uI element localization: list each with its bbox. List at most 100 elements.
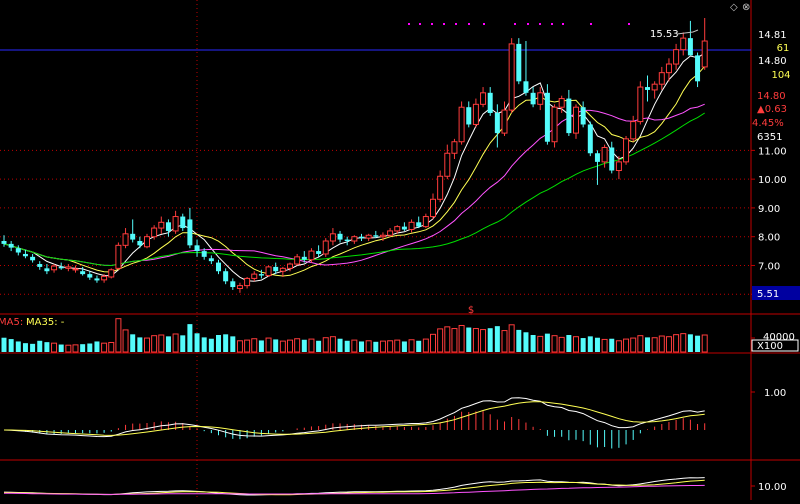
volume-bar bbox=[180, 335, 186, 352]
price-tick-label: 9.00 bbox=[758, 204, 780, 215]
volume-bar bbox=[566, 335, 572, 352]
volume-bar bbox=[201, 337, 207, 352]
candle-body bbox=[658, 72, 665, 85]
candle-body bbox=[408, 221, 415, 230]
volume-bar bbox=[551, 335, 558, 353]
volume-bar bbox=[615, 340, 622, 353]
volume-bar bbox=[451, 328, 458, 353]
top-marker-dot bbox=[431, 23, 433, 25]
volume-unit: X100 bbox=[757, 341, 783, 352]
candle-body bbox=[44, 268, 50, 272]
candle-body bbox=[94, 278, 100, 281]
volume-bar bbox=[65, 344, 72, 353]
candle-body bbox=[401, 226, 407, 230]
volume-bar bbox=[665, 336, 672, 353]
candle-body bbox=[187, 219, 193, 246]
kdj-axis-label: 10.00 bbox=[758, 482, 787, 493]
volume-bar bbox=[587, 336, 593, 352]
volume-bar bbox=[308, 338, 315, 353]
candle-body bbox=[623, 138, 630, 163]
candle-body bbox=[430, 198, 436, 218]
candle-body bbox=[180, 216, 186, 229]
volume-bar bbox=[401, 341, 407, 352]
candle-body bbox=[158, 221, 165, 229]
candle-body bbox=[130, 233, 136, 240]
candle-body bbox=[437, 175, 444, 200]
ma5-line bbox=[3, 52, 705, 282]
volume-bar bbox=[279, 340, 286, 353]
marker-dollar: $ bbox=[468, 305, 474, 316]
candle-body bbox=[630, 121, 637, 140]
volume-bar bbox=[130, 334, 136, 352]
volume-bar bbox=[51, 342, 58, 353]
quote-vol-last: 61 bbox=[777, 43, 790, 54]
volume-bar bbox=[444, 326, 451, 353]
candle-body bbox=[544, 92, 550, 142]
candle-body bbox=[1, 241, 7, 244]
price-tick-label: 11.00 bbox=[758, 146, 787, 157]
quote-pct: 4.45% bbox=[752, 118, 784, 129]
candle-body bbox=[22, 253, 28, 257]
volume-bar bbox=[115, 318, 122, 353]
candle-body bbox=[144, 236, 150, 248]
price-tick-label: 8.00 bbox=[758, 233, 780, 244]
top-marker-dot bbox=[483, 23, 485, 25]
candle-body bbox=[51, 265, 58, 271]
volume-bar bbox=[194, 333, 200, 352]
close-circle-icon[interactable]: ⊗ bbox=[742, 2, 750, 13]
candle-body bbox=[501, 109, 508, 134]
candle-body bbox=[30, 256, 36, 261]
volume-bar bbox=[137, 337, 143, 352]
candle-body bbox=[651, 83, 658, 91]
volume-bar bbox=[94, 341, 100, 352]
candle-body bbox=[365, 234, 372, 239]
volume-bar bbox=[44, 342, 50, 352]
candle-body bbox=[566, 98, 572, 134]
candlestick-chart: 11.0010.009.008.007.006.00 14.81 61 14.8… bbox=[0, 0, 800, 500]
volume-bar bbox=[544, 333, 550, 352]
candle-body bbox=[537, 92, 544, 105]
volume-bar bbox=[623, 338, 630, 353]
candle-body bbox=[244, 277, 251, 287]
candle-body bbox=[673, 49, 680, 65]
candle-body bbox=[322, 240, 329, 255]
volume-bar bbox=[673, 334, 680, 353]
volume-bar bbox=[422, 338, 429, 353]
volume-bar bbox=[379, 340, 386, 353]
candle-body bbox=[530, 92, 536, 105]
candle-body bbox=[236, 285, 243, 289]
volume-bar bbox=[580, 338, 586, 352]
volume-bar bbox=[387, 340, 394, 353]
candle-body bbox=[487, 92, 493, 113]
candle-body bbox=[273, 266, 279, 272]
volume-bar bbox=[530, 335, 536, 352]
volume-bar bbox=[466, 327, 472, 352]
volume-bar bbox=[351, 339, 358, 353]
candle-body bbox=[373, 235, 379, 237]
candle-body bbox=[172, 216, 179, 232]
volume-bar bbox=[244, 339, 251, 353]
volume-bar bbox=[172, 333, 179, 353]
candle-body bbox=[466, 107, 472, 125]
volume-bar bbox=[558, 336, 565, 353]
quote-close: 14.80 bbox=[758, 56, 787, 67]
volume-bar bbox=[523, 332, 529, 352]
candle-body bbox=[308, 250, 315, 261]
stock-chart-window: 11.0010.009.008.007.006.00 14.81 61 14.8… bbox=[0, 0, 800, 500]
volume-bar bbox=[322, 337, 329, 353]
candles bbox=[1, 18, 708, 293]
volume-bar bbox=[165, 336, 171, 352]
candle-body bbox=[394, 226, 401, 232]
top-marker-dot bbox=[590, 23, 592, 25]
candle-body bbox=[201, 251, 207, 257]
diamond-icon[interactable]: ◇ bbox=[730, 2, 738, 13]
volume-bar bbox=[630, 337, 637, 353]
top-marker-dot bbox=[551, 23, 553, 25]
volume-bar bbox=[458, 324, 465, 353]
volume-bar bbox=[8, 339, 14, 352]
volume-bar bbox=[645, 337, 650, 352]
volume-bar bbox=[316, 340, 322, 352]
candle-body bbox=[101, 275, 108, 281]
candle-body bbox=[480, 92, 487, 105]
candle-body bbox=[523, 81, 529, 93]
